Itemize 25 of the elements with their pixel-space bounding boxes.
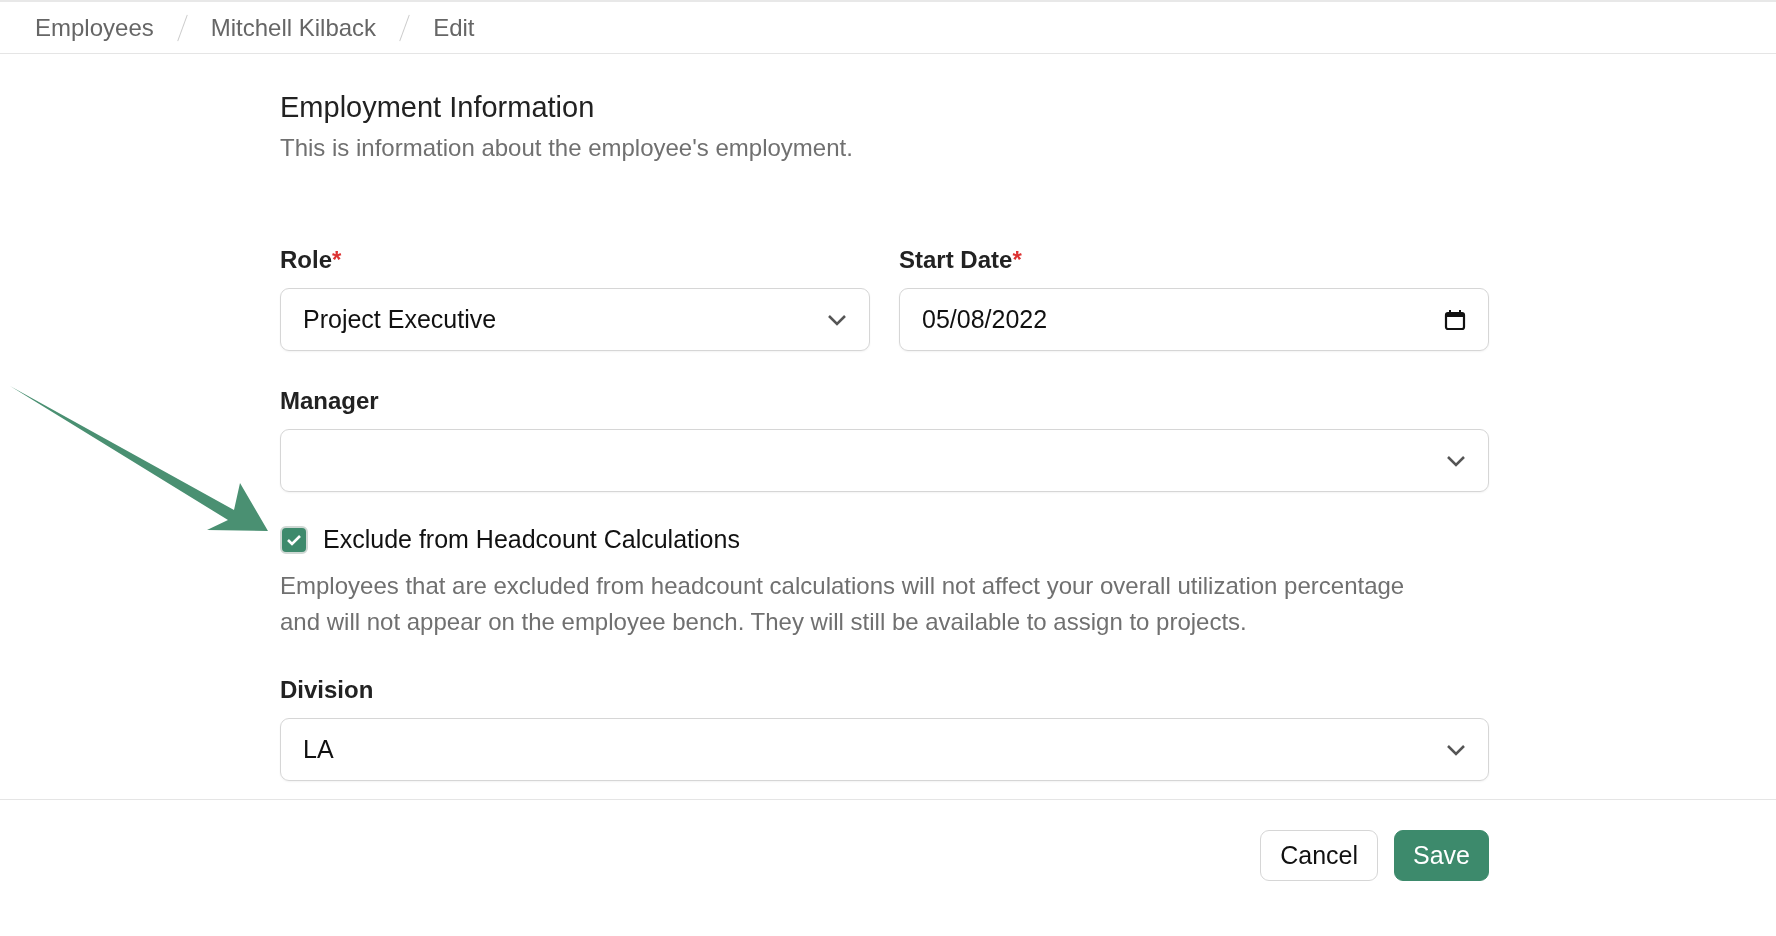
calendar-icon: [1444, 308, 1466, 331]
checkmark-icon: [286, 533, 302, 546]
field-label: Start Date*: [899, 246, 1023, 274]
date-field[interactable]: 05/08/2022: [899, 288, 1489, 351]
checkbox-label: Exclude from Headcount Calculations: [323, 525, 740, 554]
field-label: Division: [280, 676, 375, 704]
select-field[interactable]: [280, 429, 1489, 492]
section-description: This is information about the employee's employment.: [280, 134, 854, 162]
save-button[interactable]: Save: [1394, 830, 1489, 881]
chevron-down-icon: [1446, 454, 1466, 467]
cancel-button[interactable]: Cancel: [1260, 830, 1378, 881]
field-label: Manager: [280, 387, 380, 415]
select-field[interactable]: LA: [280, 718, 1489, 781]
chevron-down-icon: [1446, 743, 1466, 756]
required-asterisk: *: [1012, 246, 1022, 273]
select-field[interactable]: Project Executive: [280, 288, 870, 351]
help-text: Employees that are excluded from headcount calculations will not affect your overall utilization percentage and will not appear on the employee bench. They will still be available to assign to projects.: [280, 571, 1406, 637]
breadcrumb-link[interactable]: Mitchell Kilback: [210, 13, 377, 42]
required-asterisk: *: [332, 246, 342, 273]
section-title: Employment Information: [280, 91, 596, 124]
field-label: Role*: [280, 246, 343, 274]
chevron-down-icon: [827, 313, 847, 326]
checkbox[interactable]: [280, 525, 308, 554]
breadcrumb-link[interactable]: Edit: [433, 13, 475, 42]
breadcrumb-link[interactable]: Employees: [35, 13, 154, 42]
